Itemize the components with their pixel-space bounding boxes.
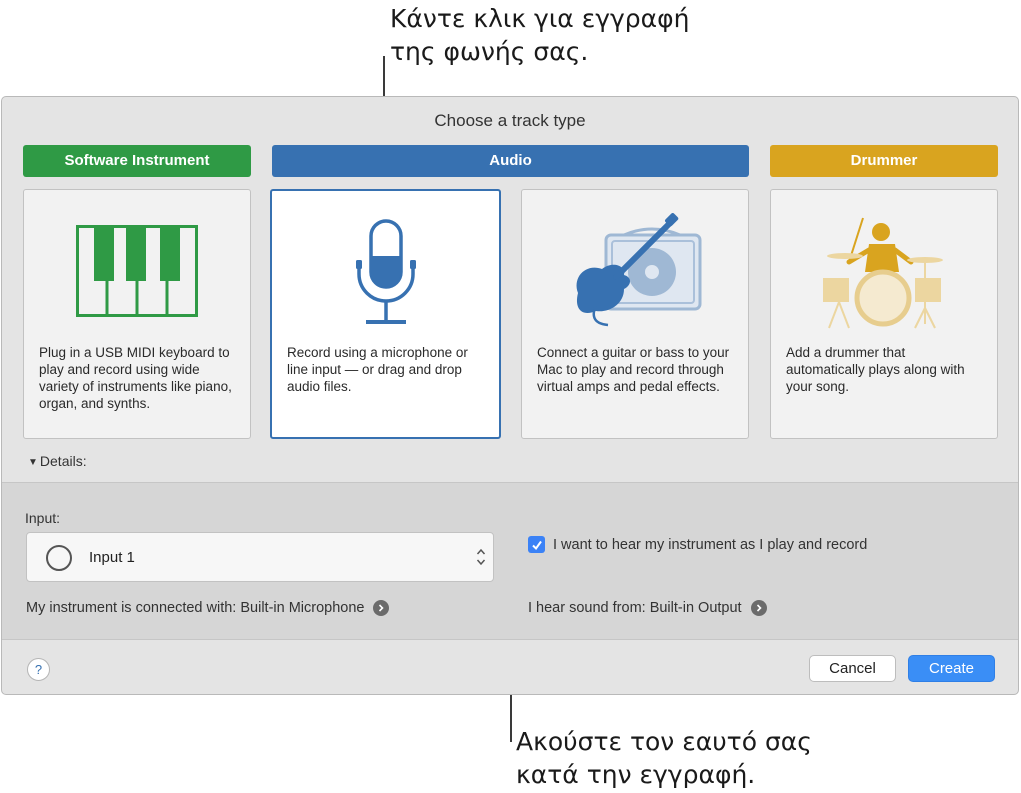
connected-with-arrow-button[interactable] (373, 600, 390, 616)
hear-from-row: I hear sound from: Built-in Output (528, 600, 767, 616)
microphone-icon (272, 209, 499, 334)
track-type-drummer[interactable]: Add a drummer that automatically plays a… (770, 189, 998, 439)
drummer-description: Add a drummer that automatically plays a… (786, 345, 965, 394)
create-button[interactable]: Create (908, 655, 995, 682)
details-panel: Input: Input 1 I want to hear my instrum… (2, 482, 1018, 640)
category-audio: Audio (272, 145, 749, 177)
hear-from-arrow-button[interactable] (750, 600, 767, 616)
checkmark-icon (531, 540, 542, 550)
connected-with-row: My instrument is connected with: Built-i… (26, 600, 390, 616)
chevron-right-icon (379, 604, 385, 612)
callout-bottom-line1: Ακούστε τον εαυτό σας (516, 727, 812, 756)
details-label: Details: (39, 453, 87, 469)
cancel-button[interactable]: Cancel (809, 655, 896, 682)
help-button[interactable]: ? (27, 658, 50, 681)
hear-from-label: I hear sound from: Built-in Output (528, 600, 742, 616)
hear-instrument-checkbox[interactable] (528, 536, 545, 553)
software-instrument-description: Plug in a USB MIDI keyboard to play and … (39, 345, 232, 411)
guitar-amp-icon (522, 208, 748, 333)
disclosure-triangle-icon: ▼ (28, 457, 38, 468)
chevron-right-icon (756, 604, 762, 612)
track-type-software-instrument[interactable]: Plug in a USB MIDI keyboard to play and … (23, 189, 251, 439)
details-disclosure[interactable]: ▼ Details: (28, 453, 87, 469)
connected-with-label: My instrument is connected with: Built-i… (26, 600, 365, 616)
category-software-instrument: Software Instrument (23, 145, 251, 177)
microphone-description: Record using a microphone or line input … (287, 345, 468, 394)
piano-keys-icon (24, 208, 250, 333)
drummer-icon (771, 208, 997, 333)
select-updown-icon (476, 548, 486, 566)
input-value: Input 1 (89, 549, 135, 566)
input-select[interactable]: Input 1 (26, 532, 494, 582)
callout-bottom-line2: κατά την εγγραφή. (516, 760, 756, 789)
callout-top-line2: της φωνής σας. (390, 37, 589, 66)
input-ring-icon (46, 545, 72, 571)
guitar-bass-description: Connect a guitar or bass to your Mac to … (537, 345, 730, 394)
category-drummer: Drummer (770, 145, 998, 177)
track-type-microphone[interactable]: Record using a microphone or line input … (270, 189, 501, 439)
hear-instrument-row: I want to hear my instrument as I play a… (528, 536, 867, 553)
callout-record-voice: Κάντε κλικ για εγγραφή της φωνής σας. (390, 2, 690, 68)
callout-top-line1: Κάντε κλικ για εγγραφή (390, 4, 690, 33)
callout-hear-yourself: Ακούστε τον εαυτό σας κατά την εγγραφή. (516, 725, 812, 791)
track-type-guitar-bass[interactable]: Connect a guitar or bass to your Mac to … (521, 189, 749, 439)
input-label: Input: (25, 510, 61, 526)
hear-instrument-label: I want to hear my instrument as I play a… (553, 536, 868, 553)
dialog-title: Choose a track type (434, 111, 586, 130)
new-track-dialog: Choose a track type Software Instrument … (1, 96, 1019, 695)
